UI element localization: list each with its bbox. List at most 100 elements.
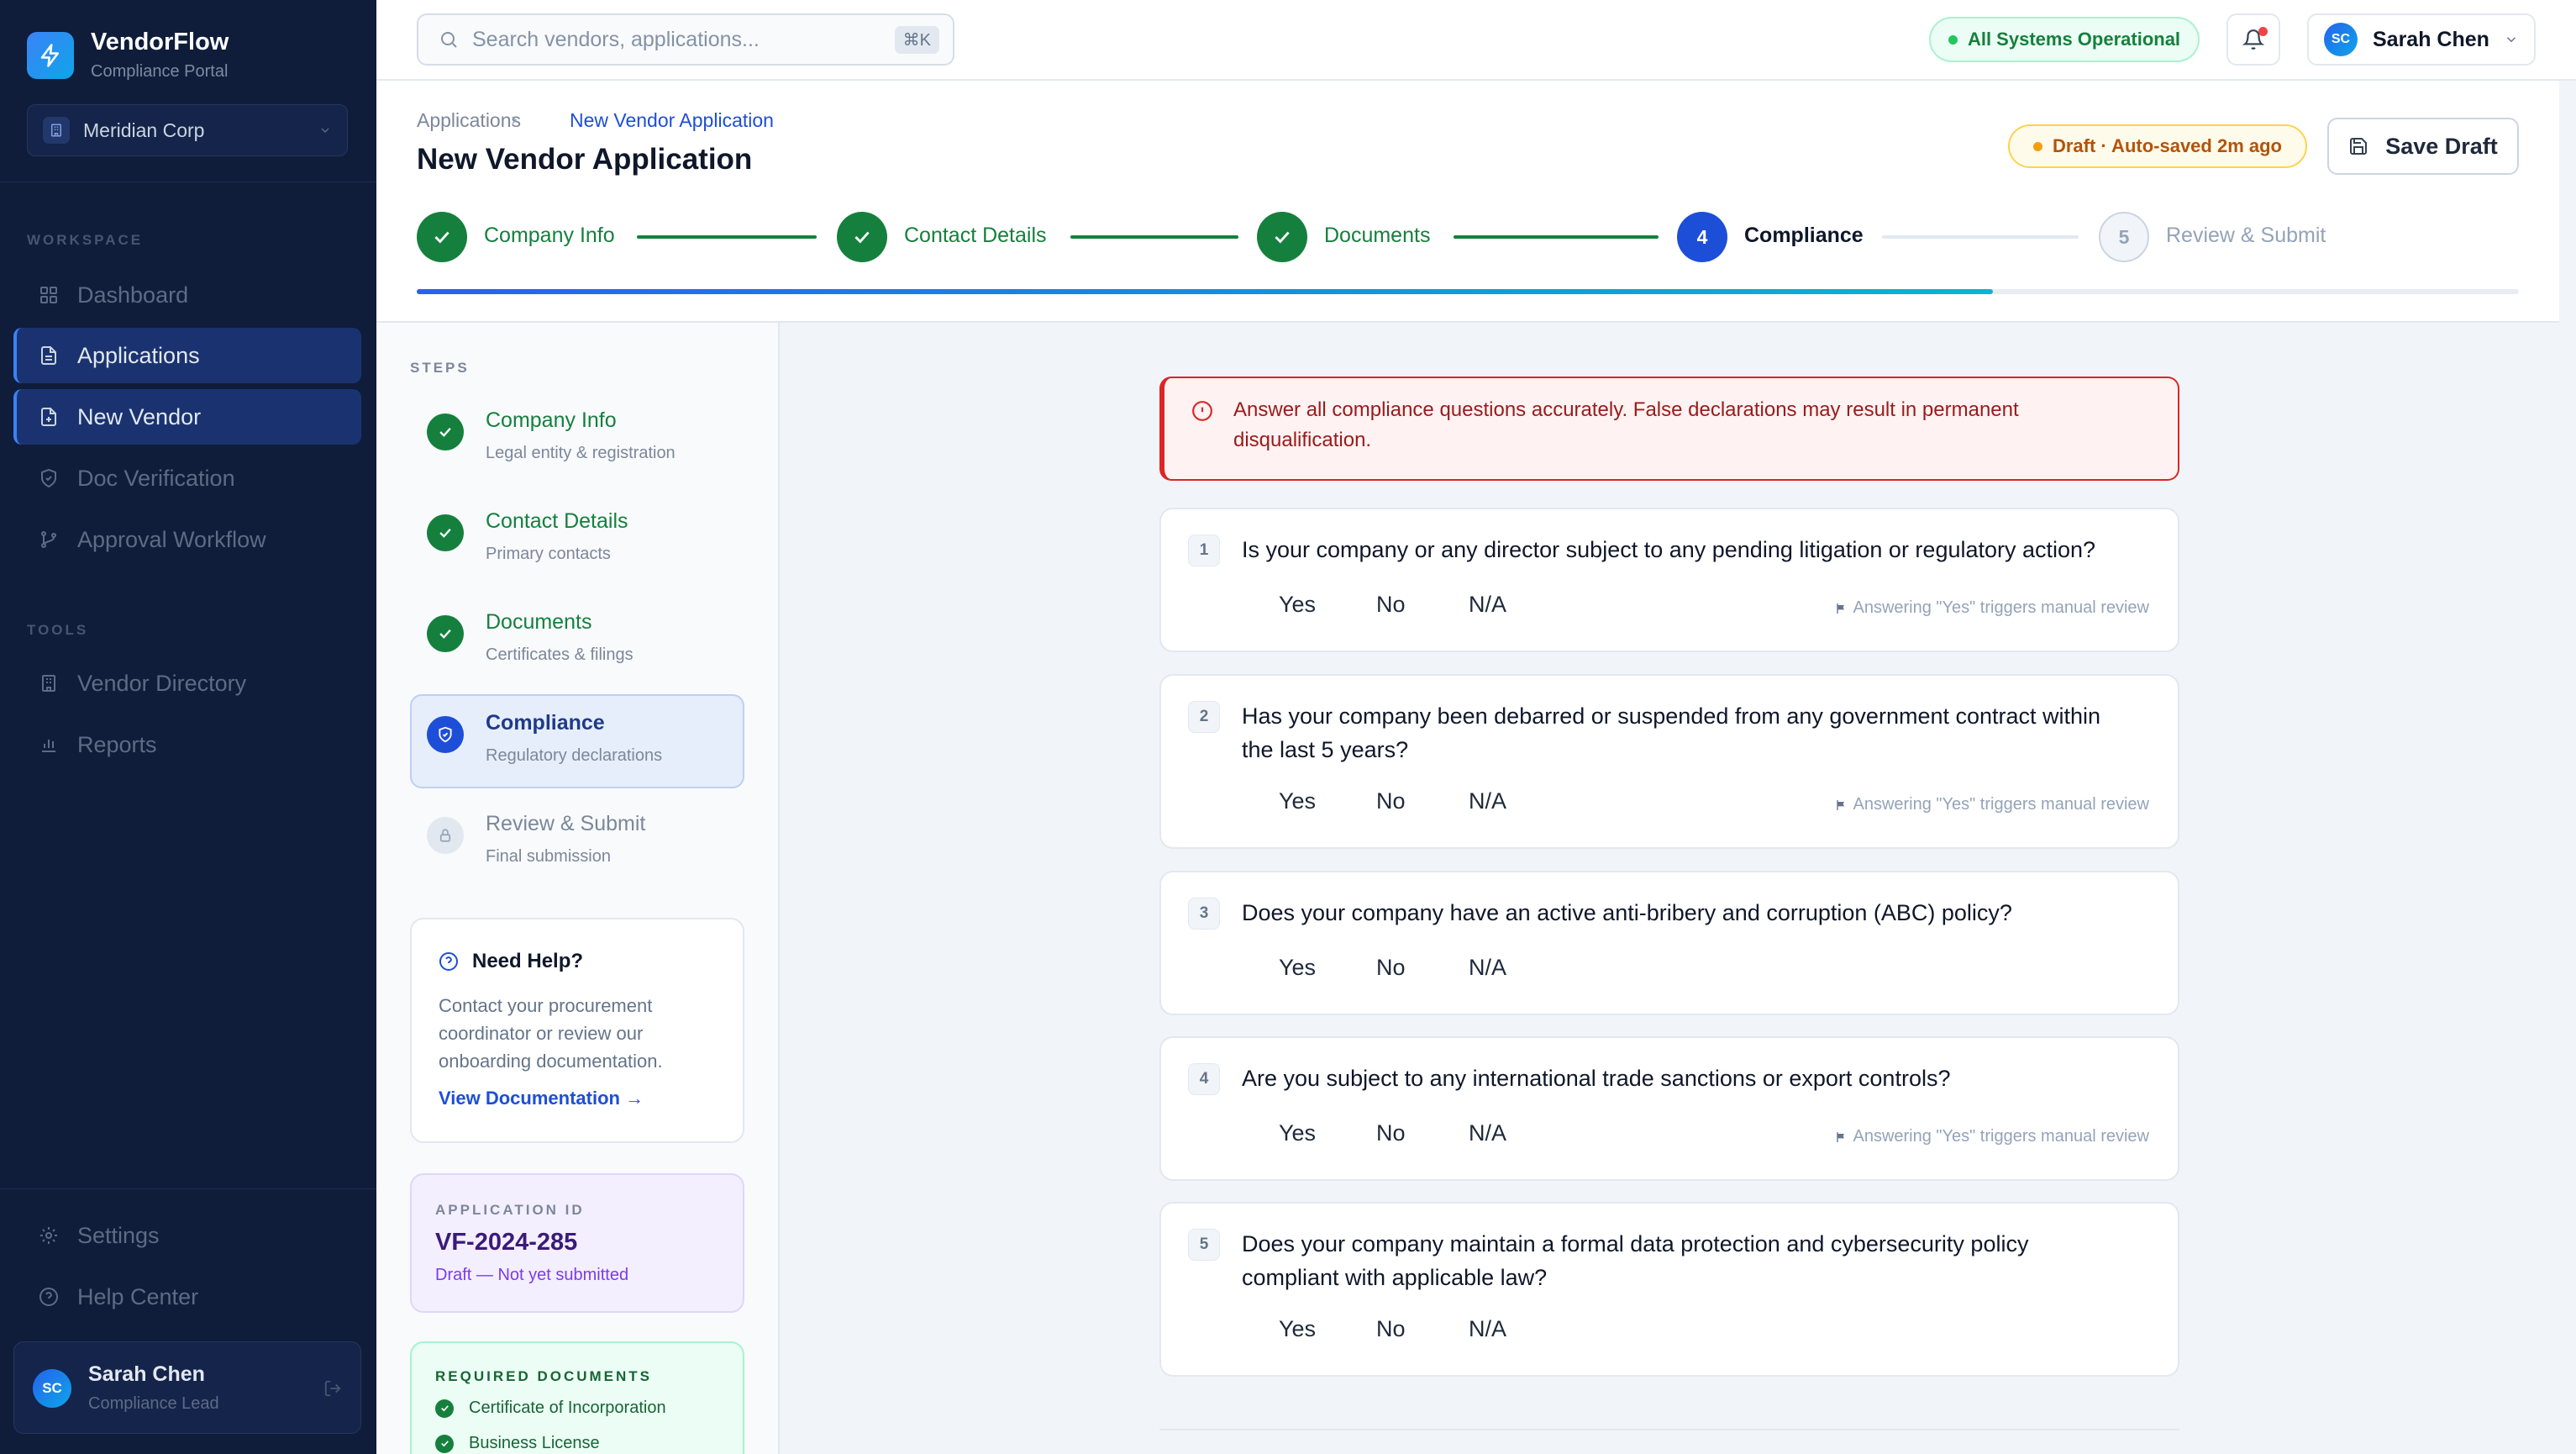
steps-item-documents[interactable]: Documents Certificates & filings [410, 593, 744, 687]
help-body: Contact your procurement coordinator or … [439, 992, 663, 1075]
workspace-label: WORKSPACE [27, 232, 144, 248]
option-na[interactable]: N/A [1469, 788, 1506, 814]
option-na[interactable]: N/A [1469, 592, 1506, 618]
view-documentation-link[interactable]: View Documentation → [439, 1088, 644, 1109]
nav-vendor-directory[interactable]: Vendor Directory [13, 656, 361, 711]
nav-label: New Vendor [77, 403, 202, 429]
nav-label: Dashboard [77, 282, 189, 308]
option-no[interactable]: No [1376, 592, 1406, 618]
nav-doc-verification[interactable]: Doc Verification [13, 450, 361, 506]
save-draft-button[interactable]: Save Draft [2327, 118, 2519, 175]
save-draft-label: Save Draft [2385, 133, 2498, 159]
application-status: Draft — Not yet submitted [435, 1266, 629, 1284]
question-number: 4 [1188, 1063, 1220, 1095]
option-yes[interactable]: Yes [1279, 788, 1316, 814]
step-2-check-icon[interactable] [837, 212, 887, 262]
question-text: Does your company maintain a formal data… [1242, 1227, 2028, 1294]
question-card: 3 Does your company have an active anti-… [1159, 871, 2179, 1015]
user-menu[interactable]: SC Sarah Chen [2307, 13, 2536, 66]
question-card: 5 Does your company maintain a formal da… [1159, 1202, 2179, 1377]
step-3-check-icon[interactable] [1257, 212, 1307, 262]
option-yes[interactable]: Yes [1279, 1120, 1316, 1146]
org-switcher[interactable]: Meridian Corp [27, 104, 348, 156]
shield-check-icon [37, 466, 60, 490]
grid-icon [37, 283, 60, 307]
file-plus-icon [37, 405, 60, 429]
option-yes[interactable]: Yes [1279, 1316, 1316, 1342]
check-icon [427, 615, 464, 652]
step-title: Compliance [486, 711, 605, 735]
search-shortcut: ⌘K [894, 25, 939, 54]
nav-new-vendor[interactable]: New Vendor [13, 389, 361, 445]
required-docs-label: REQUIRED DOCUMENTS [435, 1368, 653, 1384]
required-doc-name: Certificate of Incorporation [469, 1399, 666, 1417]
nav-help-center[interactable]: Help Center [13, 1269, 361, 1325]
step-4-label[interactable]: Compliance [1744, 224, 1864, 248]
step-title: Company Info [486, 408, 617, 432]
check-icon [427, 514, 464, 551]
nav-label: Approval Workflow [77, 526, 266, 552]
step-3-label[interactable]: Documents [1324, 224, 1430, 248]
search-input[interactable]: Search vendors, applications... ⌘K [417, 13, 954, 66]
required-doc-item: Certificate of Incorporation [435, 1399, 666, 1418]
option-na[interactable]: N/A [1469, 1316, 1506, 1342]
logout-icon[interactable] [323, 1379, 342, 1398]
manual-review-note: Answering "Yes" triggers manual review [1834, 1127, 2149, 1146]
draft-status-badge: Draft · Auto-saved 2m ago [2008, 124, 2307, 168]
nav-applications[interactable]: Applications [13, 328, 361, 383]
tools-label: TOOLS [27, 622, 89, 638]
option-na[interactable]: N/A [1469, 1120, 1506, 1146]
step-2-label[interactable]: Contact Details [904, 224, 1047, 248]
notification-dot [2258, 27, 2268, 36]
option-no[interactable]: No [1376, 788, 1406, 814]
nav-label: Reports [77, 731, 157, 757]
progress-fill [417, 289, 1993, 294]
step-connector [637, 235, 817, 239]
step-subtitle: Regulatory declarations [486, 746, 663, 765]
required-doc-name: Business License [469, 1434, 600, 1452]
divider [0, 1188, 376, 1189]
option-yes[interactable]: Yes [1279, 955, 1316, 981]
breadcrumb-applications[interactable]: Applications [417, 109, 521, 132]
bolt-logo-icon [27, 32, 74, 79]
step-1-check-icon[interactable] [417, 212, 467, 262]
notifications-button[interactable] [2226, 13, 2280, 66]
chevron-down-icon [321, 128, 329, 133]
option-no[interactable]: No [1376, 955, 1406, 981]
file-text-icon [37, 344, 60, 367]
step-1-label[interactable]: Company Info [484, 224, 615, 248]
sidebar-user-card[interactable]: SC Sarah Chen Compliance Lead [13, 1341, 361, 1434]
nav-dashboard[interactable]: Dashboard [13, 267, 361, 323]
nav-label: Help Center [77, 1283, 199, 1309]
steps-item-compliance[interactable]: Compliance Regulatory declarations [410, 694, 744, 788]
option-yes[interactable]: Yes [1279, 592, 1316, 618]
option-no[interactable]: No [1376, 1316, 1406, 1342]
option-no[interactable]: No [1376, 1120, 1406, 1146]
alert-line: Answer all compliance questions accurate… [1233, 398, 2019, 421]
step-5-number[interactable]: 5 [2099, 212, 2149, 262]
step-4-number[interactable]: 4 [1677, 212, 1727, 262]
step-subtitle: Primary contacts [486, 545, 611, 563]
question-card: 4 Are you subject to any international t… [1159, 1036, 2179, 1181]
nav-reports[interactable]: Reports [13, 717, 361, 772]
lock-icon [427, 817, 464, 854]
step-connector [1882, 235, 2079, 239]
option-na[interactable]: N/A [1469, 955, 1506, 981]
step-5-label[interactable]: Review & Submit [2166, 224, 2326, 248]
question-line: compliant with applicable law? [1242, 1265, 1548, 1290]
steps-item-review-submit[interactable]: Review & Submit Final submission [410, 795, 744, 889]
check-icon [427, 414, 464, 450]
step-subtitle: Certificates & filings [486, 645, 633, 664]
application-id-card: APPLICATION ID VF-2024-285 Draft — Not y… [410, 1173, 744, 1313]
nav-settings[interactable]: Settings [13, 1208, 361, 1263]
nav-label: Settings [77, 1222, 160, 1248]
steps-item-contact-details[interactable]: Contact Details Primary contacts [410, 493, 744, 587]
step-title: Documents [486, 610, 592, 634]
check-icon [435, 1434, 454, 1453]
nav-approval-workflow[interactable]: Approval Workflow [13, 512, 361, 567]
steps-item-company-info[interactable]: Company Info Legal entity & registration [410, 392, 744, 486]
step-connector [1454, 235, 1659, 239]
avatar: SC [2324, 23, 2358, 56]
help-line: onboarding documentation. [439, 1051, 663, 1072]
org-name: Meridian Corp [83, 119, 205, 141]
